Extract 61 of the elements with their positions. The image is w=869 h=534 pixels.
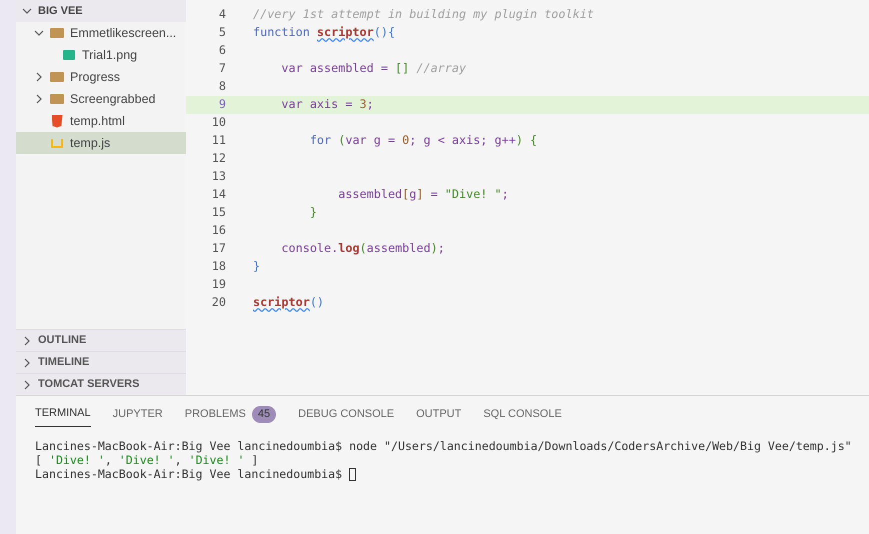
folder-icon	[50, 28, 64, 38]
explorer-header[interactable]: BIG VEE	[16, 0, 186, 22]
code-line: console.log(assembled);	[280, 240, 445, 258]
line-number: 20	[210, 294, 226, 312]
panel-tab[interactable]: OUTPUT	[416, 401, 462, 427]
code-line: var assembled = [] //array	[280, 60, 466, 78]
section-header[interactable]: TIMELINE	[16, 351, 186, 373]
line-number: 7	[218, 60, 226, 78]
chevron-right-icon[interactable]	[34, 72, 44, 82]
folder-icon	[50, 94, 64, 104]
chevron-right-icon[interactable]	[34, 94, 44, 104]
code-line: //very 1st attempt in building my plugin toolkit	[253, 6, 594, 24]
line-number: 9	[218, 96, 226, 114]
section-header[interactable]: OUTLINE	[16, 329, 186, 351]
line-number: 14	[210, 186, 226, 204]
tree-item[interactable]: Emmetlikescreen...	[16, 22, 186, 44]
count-badge: 45	[252, 406, 276, 422]
code-line: scriptor()	[253, 294, 324, 312]
chevron-down-icon[interactable]	[22, 6, 32, 16]
line-number: 4	[218, 6, 226, 24]
line-number: 11	[210, 132, 226, 150]
line-number: 8	[218, 78, 226, 96]
tree-item[interactable]: temp.html	[16, 110, 186, 132]
line-number: 17	[210, 240, 226, 258]
line-number: 10	[210, 114, 226, 132]
code-line: for (var g = 0; g < axis; g++) {	[308, 132, 538, 150]
tree-item[interactable]: Screengrabbed	[16, 88, 186, 110]
line-number: 16	[210, 222, 226, 240]
tree-item[interactable]: Trial1.png	[16, 44, 186, 66]
line-number: 5	[218, 24, 226, 42]
line-number: 15	[210, 204, 226, 222]
js-file-icon	[51, 138, 63, 148]
html5-file-icon	[52, 114, 62, 128]
line-number: 6	[218, 42, 226, 60]
chevron-down-icon[interactable]	[34, 28, 44, 38]
code-line: }	[308, 204, 317, 222]
panel-tab[interactable]: TERMINAL	[35, 401, 91, 427]
tree-item[interactable]: temp.js	[16, 132, 186, 154]
panel-tab[interactable]: SQL CONSOLE	[483, 401, 562, 427]
tree-item[interactable]: Progress	[16, 66, 186, 88]
panel-tab[interactable]: PROBLEMS 45	[184, 401, 276, 427]
panel-tab[interactable]: JUPYTER	[112, 401, 163, 427]
panel-tab[interactable]: DEBUG CONSOLE	[298, 401, 394, 427]
terminal-line: [ 'Dive! ', 'Dive! ', 'Dive! ' ]	[35, 453, 258, 467]
line-number: 19	[210, 276, 226, 294]
folder-icon	[50, 72, 64, 82]
terminal-prompt: Lancines-MacBook-Air:Big Vee lancinedoumbia$	[35, 467, 344, 481]
line-number: 13	[210, 168, 226, 186]
line-number: 12	[210, 150, 226, 168]
section-header[interactable]: TOMCAT SERVERS	[16, 373, 186, 395]
code-line: var axis = 3;	[280, 96, 374, 114]
terminal-line: Lancines-MacBook-Air:Big Vee lancinedoumbia$ node "/Users/lancinedoumbia/Downloads/CodersArchive/Web/Big Vee/temp.js"	[35, 439, 852, 453]
chevron-right-icon[interactable]	[22, 336, 32, 346]
chevron-right-icon[interactable]	[22, 358, 32, 368]
code-line: function scriptor(){	[253, 24, 396, 42]
code-line: }	[253, 258, 260, 276]
code-line: assembled[g] = "Dive! ";	[337, 186, 509, 204]
chevron-right-icon[interactable]	[22, 380, 32, 390]
explorer-title: BIG VEE	[38, 4, 83, 19]
image-file-icon	[63, 50, 75, 60]
line-number: 18	[210, 258, 226, 276]
